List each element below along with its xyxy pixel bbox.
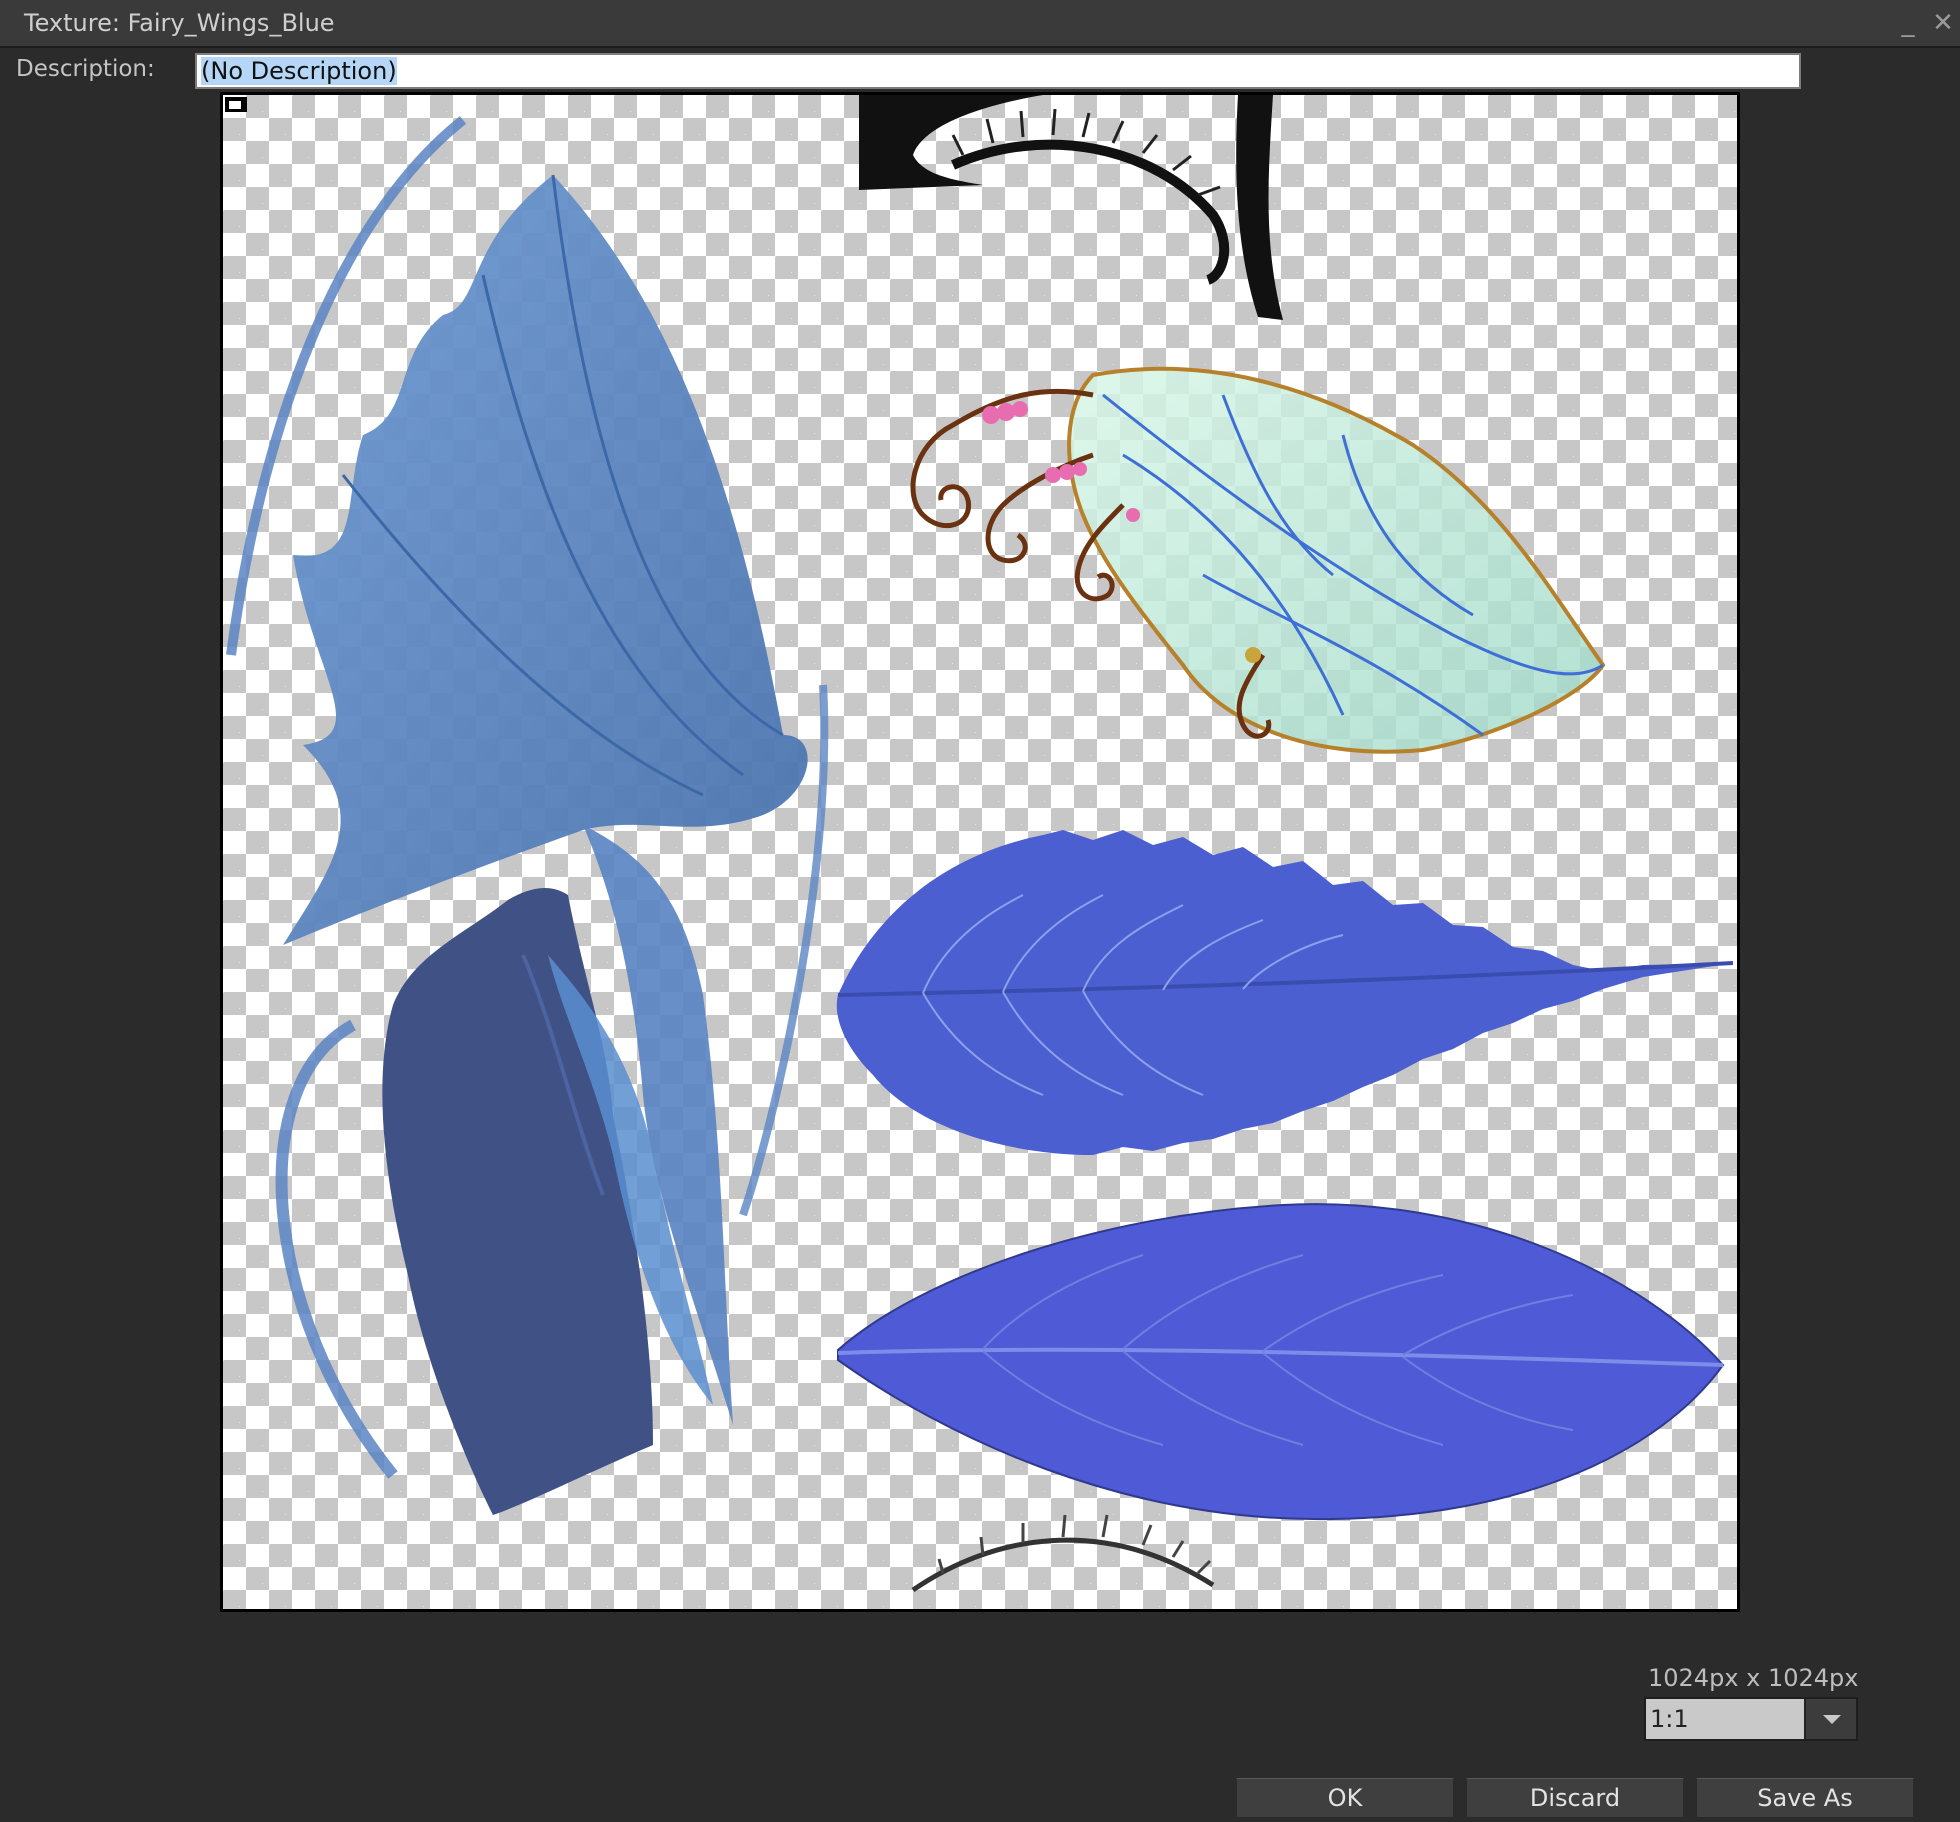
discard-button[interactable]: Discard: [1466, 1778, 1684, 1818]
close-icon[interactable]: ✕: [1928, 8, 1958, 38]
texture-preview: [220, 92, 1740, 1612]
window-title: Texture: Fairy_Wings_Blue: [24, 9, 335, 37]
texture-size-readout: 1024px x 1024px: [1648, 1664, 1859, 1692]
description-label: Description:: [16, 56, 155, 82]
zoom-value: 1:1: [1650, 1705, 1689, 1733]
minimize-icon[interactable]: _: [1893, 8, 1923, 38]
description-input[interactable]: (No Description): [195, 53, 1801, 89]
texture-image: [225, 95, 1734, 1593]
zoom-select[interactable]: 1:1: [1644, 1697, 1858, 1741]
save-as-button[interactable]: Save As: [1696, 1778, 1914, 1818]
chevron-down-icon[interactable]: [1804, 1699, 1856, 1739]
description-value: (No Description): [201, 57, 397, 85]
ok-button[interactable]: OK: [1236, 1778, 1454, 1818]
title-bar: Texture: Fairy_Wings_Blue _ ✕: [0, 0, 1960, 48]
